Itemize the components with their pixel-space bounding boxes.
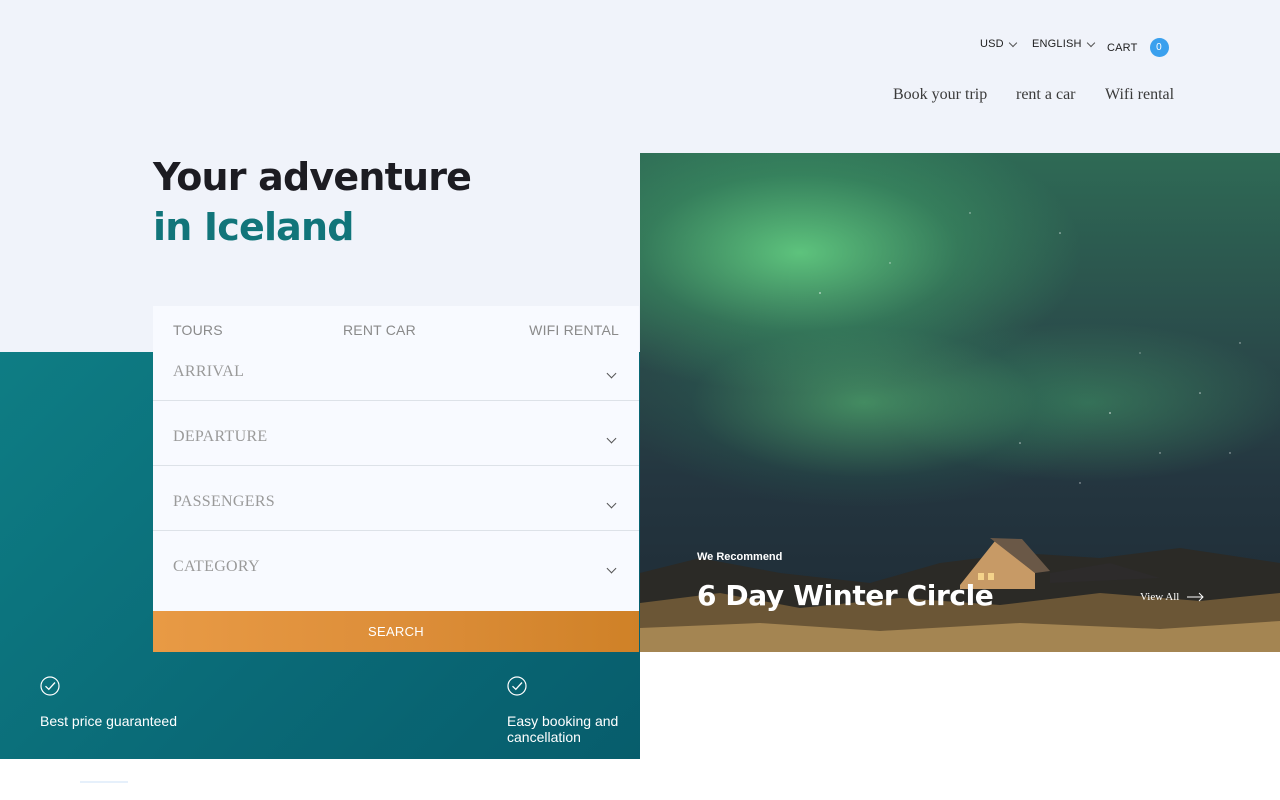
promo-card[interactable]: We Recommend 6 Day Winter Circle View Al… (640, 153, 1280, 652)
nav-wifi-rental[interactable]: Wifi rental (1105, 86, 1174, 104)
departure-label: DEPARTURE (173, 428, 268, 445)
feature-best-price: Best price guaranteed (40, 676, 180, 729)
chevron-down-icon (606, 433, 617, 444)
arrival-label: ARRIVAL (173, 363, 245, 380)
language-label: ENGLISH (1032, 38, 1082, 50)
booking-widget: TOURS RENT CAR WIFI RENTAL ARRIVAL DEPAR… (153, 306, 639, 652)
bottom-accent-line (80, 781, 128, 783)
currency-label: USD (980, 38, 1004, 50)
promo-title[interactable]: 6 Day Winter Circle (697, 579, 994, 612)
language-selector[interactable]: ENGLISH (1032, 38, 1095, 50)
nav-book-your-trip[interactable]: Book your trip (893, 86, 987, 104)
chevron-down-icon (606, 563, 617, 574)
passengers-select[interactable]: PASSENGERS (153, 466, 639, 531)
promo-kicker: We Recommend (697, 551, 783, 563)
hero-title: Your adventure in Iceland (153, 152, 472, 252)
cart-label: CART (1107, 41, 1138, 54)
hero-title-line1: Your adventure (153, 155, 472, 199)
passengers-label: PASSENGERS (173, 493, 276, 510)
cart-count-badge: 0 (1149, 38, 1169, 57)
chevron-down-icon (1086, 38, 1095, 48)
category-label: CATEGORY (173, 558, 260, 575)
feature-text: Best price guaranteed (40, 713, 177, 729)
check-circle-icon (40, 676, 60, 696)
nav-rent-a-car[interactable]: rent a car (1016, 86, 1076, 104)
hero-title-line2: in Iceland (153, 205, 354, 249)
departure-select[interactable]: DEPARTURE (153, 401, 639, 466)
chevron-down-icon (606, 498, 617, 509)
view-all-link[interactable]: View All (1140, 591, 1205, 603)
arrow-right-icon (1187, 592, 1205, 602)
view-all-label: View All (1140, 591, 1180, 603)
feature-text: Easy booking and cancellation (507, 713, 619, 745)
search-button[interactable]: SEARCH (153, 611, 639, 652)
currency-selector[interactable]: USD (980, 38, 1018, 50)
chevron-down-icon (1008, 38, 1018, 48)
aurora-landscape-image (640, 212, 1280, 652)
check-circle-icon (507, 676, 527, 696)
category-select[interactable]: CATEGORY (153, 531, 639, 611)
arrival-select[interactable]: ARRIVAL (153, 336, 639, 401)
cart-button[interactable]: CART 0 (1107, 38, 1169, 57)
chevron-down-icon (606, 368, 617, 379)
feature-easy-booking: Easy booking and cancellation (507, 676, 647, 745)
